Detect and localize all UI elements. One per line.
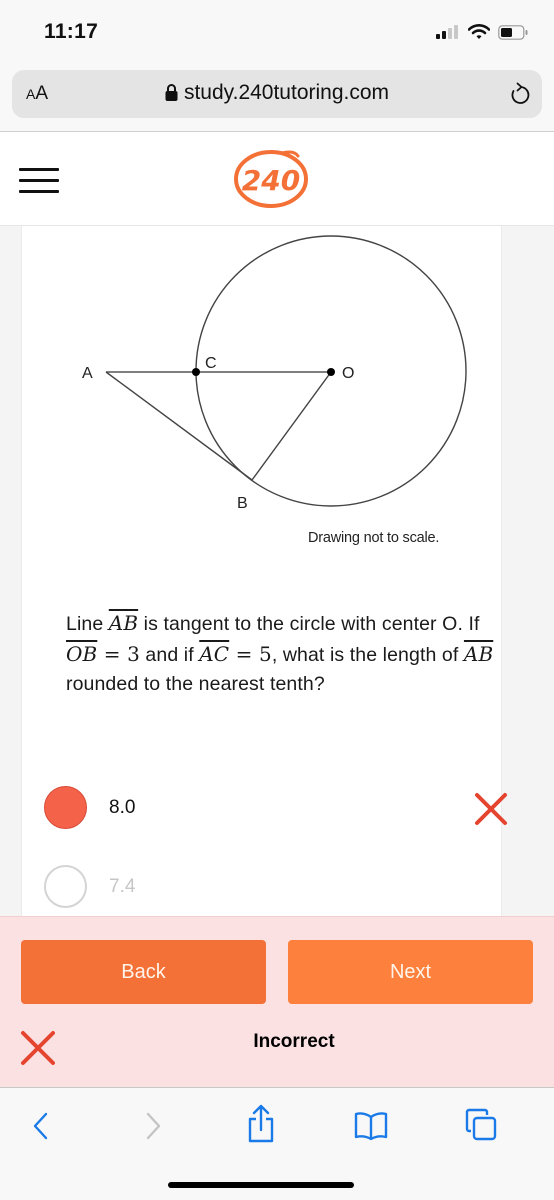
address-bar[interactable]: AA study.240tutoring.com (12, 70, 542, 118)
home-indicator[interactable] (168, 1182, 354, 1188)
back-icon[interactable] (30, 1109, 52, 1143)
battery-icon (498, 24, 528, 40)
option-label: 8.0 (109, 797, 136, 818)
point-c (192, 368, 200, 376)
cellular-signal-icon (436, 25, 458, 39)
site-header: 240 (0, 132, 554, 226)
menu-icon[interactable] (19, 168, 59, 194)
answer-option[interactable]: 8.0 (44, 786, 507, 830)
point-o (327, 368, 335, 376)
url-text: study.240tutoring.com (183, 81, 390, 104)
radio-selected[interactable] (44, 786, 87, 829)
next-button[interactable]: Next (288, 940, 533, 1004)
share-icon[interactable] (246, 1103, 276, 1145)
question-text: Line AB is tangent to the circle with ce… (66, 611, 494, 695)
back-button[interactable]: Back (21, 940, 266, 1004)
diagram-note: Drawing not to scale. (308, 530, 440, 546)
brand-logo[interactable]: 240 (222, 148, 320, 210)
wifi-icon (468, 24, 490, 39)
label-a: A (82, 365, 93, 382)
logo-text: 240 (242, 164, 300, 197)
forward-icon[interactable] (142, 1109, 164, 1143)
feedback-panel: Back Next Incorrect (0, 916, 554, 1088)
status-bar: 11:17 (0, 0, 554, 62)
bookmarks-icon[interactable] (354, 1111, 388, 1141)
label-o: O (342, 365, 354, 382)
url-field[interactable]: study.240tutoring.com (12, 81, 542, 105)
result-text: Incorrect (253, 1031, 335, 1052)
answer-option[interactable]: 7.4 (44, 865, 504, 909)
label-c: C (205, 355, 217, 372)
label-b: B (237, 495, 248, 512)
lock-icon (165, 84, 178, 101)
reload-icon[interactable] (508, 82, 530, 106)
wrong-answer-icon (475, 793, 507, 825)
segment-ob (251, 371, 332, 481)
segment-ab (105, 371, 253, 481)
geometry-diagram: A C O B (82, 235, 467, 512)
option-label: 7.4 (109, 876, 136, 897)
status-time: 11:17 (44, 20, 99, 43)
radio-unselected[interactable] (44, 865, 87, 908)
tabs-icon[interactable] (465, 1107, 497, 1141)
